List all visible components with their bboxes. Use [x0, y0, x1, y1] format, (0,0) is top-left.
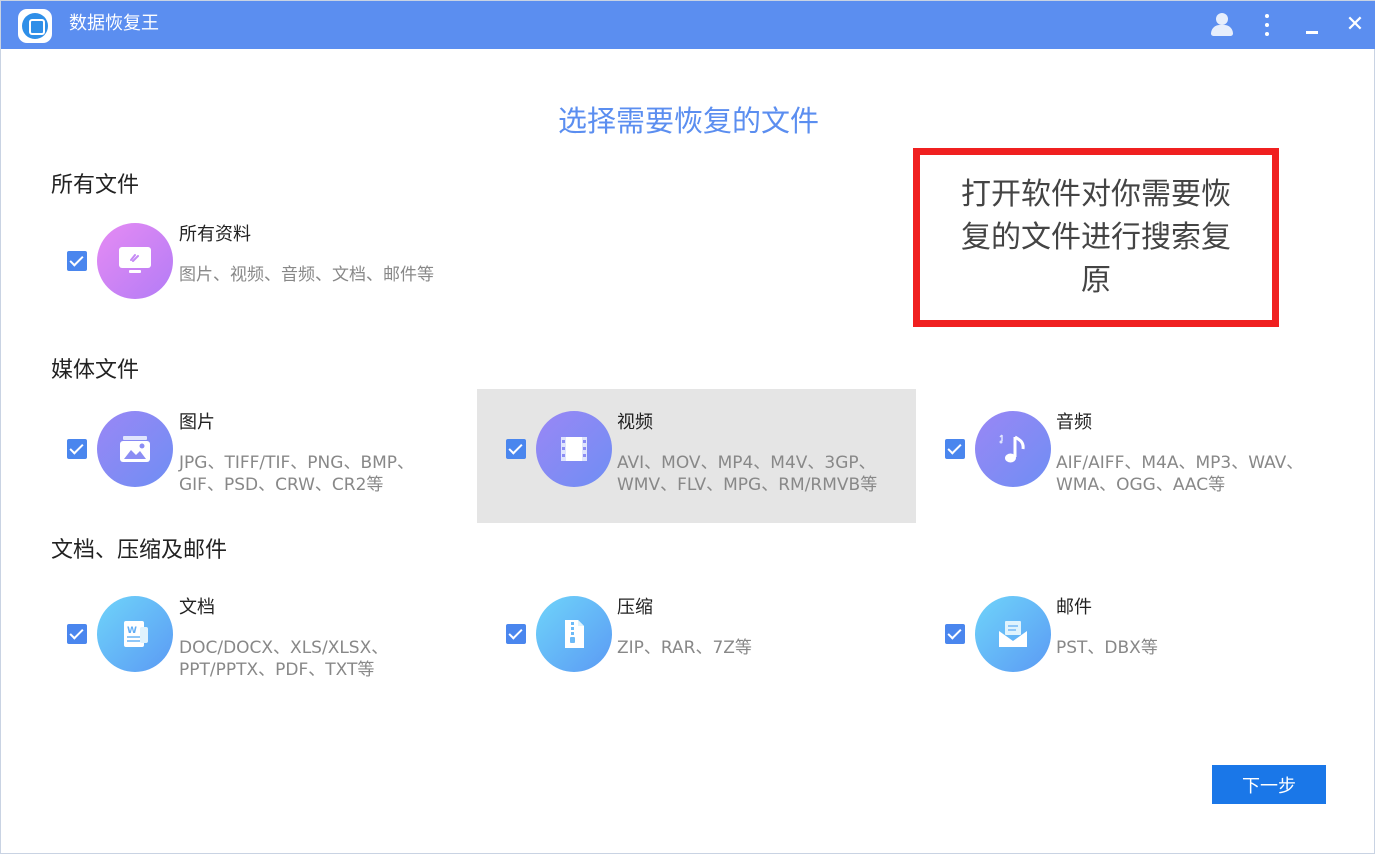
videos-desc: AVI、MOV、MP4、M4V、3GP、WMV、FLV、MPG、RM/RMVB等: [617, 453, 878, 495]
zip-file-icon: [536, 596, 612, 672]
minimize-button[interactable]: [1298, 11, 1326, 39]
pictures-checkbox[interactable]: [67, 439, 87, 459]
mail-icon: [975, 596, 1051, 672]
picture-icon: [97, 411, 173, 487]
page-title: 选择需要恢复的文件: [557, 104, 819, 138]
mail-desc: PST、DBX等: [1056, 638, 1158, 658]
category-videos[interactable]: 视频 AVI、MOV、MP4、M4V、3GP、WMV、FLV、MPG、RM/RM…: [477, 389, 916, 523]
music-note-icon: [975, 411, 1051, 487]
all-data-checkbox[interactable]: [67, 251, 87, 271]
next-step-button[interactable]: 下一步: [1212, 765, 1326, 804]
pictures-desc: JPG、TIFF/TIF、PNG、BMP、GIF、PSD、CRW、CR2等: [179, 453, 415, 495]
category-pictures[interactable]: 图片 JPG、TIFF/TIF、PNG、BMP、GIF、PSD、CRW、CR2等: [51, 401, 441, 521]
videos-name: 视频: [617, 412, 653, 433]
annotation-text: 打开软件对你需要恢复的文件进行搜索复原: [961, 177, 1231, 298]
section-title-all-files: 所有文件: [51, 173, 140, 198]
category-audio[interactable]: 音频 AIF/AIFF、M4A、MP3、WAV、WMA、OGG、AAC等: [929, 401, 1349, 521]
monitor-icon: [97, 223, 173, 299]
category-all-data[interactable]: 所有资料 图片、视频、音频、文档、邮件等: [51, 213, 471, 333]
app-logo-icon: [18, 9, 52, 43]
title-bar: 数据恢复王 ✕: [1, 1, 1375, 49]
audio-checkbox[interactable]: [945, 439, 965, 459]
all-data-name: 所有资料: [179, 224, 251, 245]
pictures-name: 图片: [179, 412, 215, 433]
videos-checkbox[interactable]: [506, 439, 526, 459]
audio-desc: AIF/AIFF、M4A、MP3、WAV、WMA、OGG、AAC等: [1056, 453, 1304, 495]
audio-name: 音频: [1056, 412, 1092, 433]
archives-desc: ZIP、RAR、7Z等: [617, 638, 752, 658]
category-archives[interactable]: 压缩 ZIP、RAR、7Z等: [490, 586, 890, 706]
word-document-icon: W: [97, 596, 173, 672]
app-window: 数据恢复王 ✕ 选择需要恢复的文件 所有文件 所有资料 图片、视频、音频、文档、…: [0, 0, 1375, 854]
category-mail[interactable]: 邮件 PST、DBX等: [929, 586, 1329, 706]
section-title-docs-archives-mail: 文档、压缩及邮件: [51, 538, 228, 563]
documents-name: 文档: [179, 597, 215, 618]
user-account-icon[interactable]: [1208, 11, 1236, 39]
mail-checkbox[interactable]: [945, 624, 965, 644]
documents-desc: DOC/DOCX、XLS/XLSX、PPT/PPTX、PDF、TXT等: [179, 638, 389, 680]
app-title: 数据恢复王: [69, 13, 159, 34]
category-documents[interactable]: W 文档 DOC/DOCX、XLS/XLSX、PPT/PPTX、PDF、TXT等: [51, 586, 451, 706]
film-icon: [536, 411, 612, 487]
documents-checkbox[interactable]: [67, 624, 87, 644]
mail-name: 邮件: [1056, 597, 1092, 618]
all-data-desc: 图片、视频、音频、文档、邮件等: [179, 265, 434, 285]
archives-checkbox[interactable]: [506, 624, 526, 644]
annotation-box: 打开软件对你需要恢复的文件进行搜索复原: [913, 148, 1279, 327]
section-title-media-files: 媒体文件: [51, 358, 140, 383]
more-menu-icon[interactable]: [1253, 11, 1281, 39]
svg-text:W: W: [127, 626, 137, 636]
archives-name: 压缩: [617, 597, 653, 618]
close-button[interactable]: ✕: [1341, 11, 1369, 39]
